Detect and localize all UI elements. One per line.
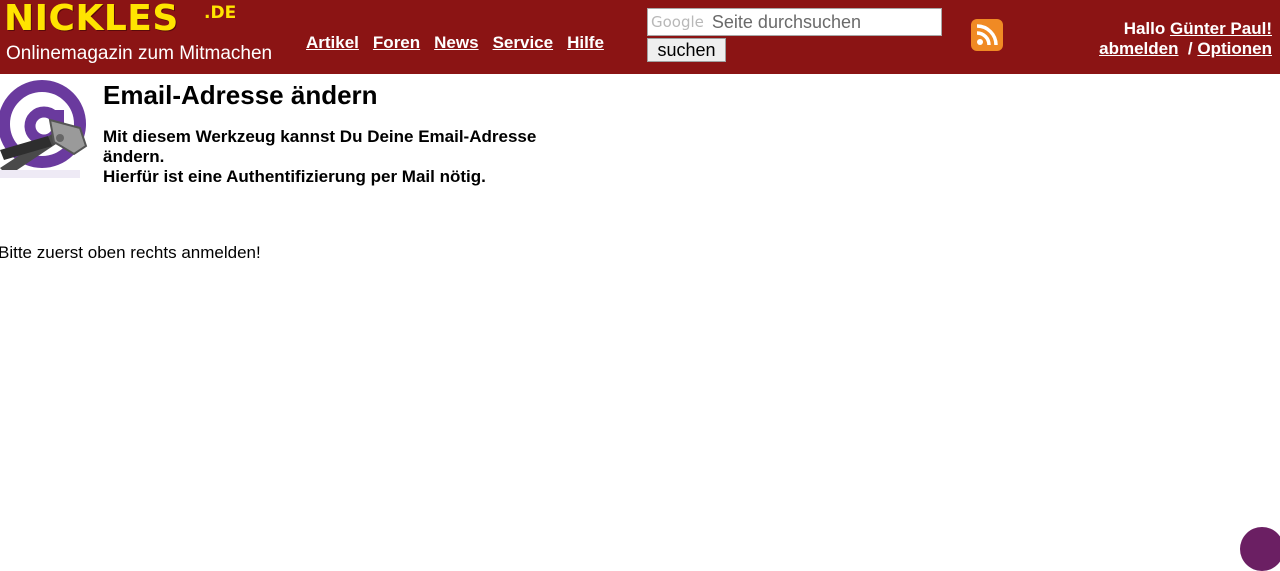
rss-feed-icon[interactable] [971, 19, 1003, 51]
nav-service[interactable]: Service [493, 33, 554, 53]
logout-link[interactable]: abmelden [1099, 39, 1178, 58]
greeting-text: Hallo [1123, 19, 1166, 38]
user-actions-separator: / [1187, 39, 1193, 58]
intro-line-2: Hierfür ist eine Authentifizierung per M… [103, 167, 486, 186]
google-logo: Google [651, 13, 704, 31]
search-button[interactable]: suchen [647, 38, 726, 62]
user-actions: abmelden / Optionen [1099, 39, 1272, 59]
nav-artikel[interactable]: Artikel [306, 33, 359, 53]
logo-domain: .DE [204, 3, 237, 23]
search-placeholder: Seite durchsuchen [711, 11, 862, 32]
at-sign-with-pliers-icon [0, 80, 90, 178]
main-nav: Artikel Foren News Service Hilfe [306, 33, 604, 53]
page-title: Email-Adresse ändern [103, 80, 378, 110]
intro-text: Mit diesem Werkzeug kannst Du Deine Emai… [103, 127, 563, 187]
nav-news[interactable]: News [434, 33, 478, 53]
options-link[interactable]: Optionen [1197, 39, 1272, 58]
logo-tagline: Onlinemagazin zum Mitmachen [6, 43, 273, 64]
logo-wordmark: NICKLES [4, 0, 179, 39]
nav-hilfe[interactable]: Hilfe [567, 33, 604, 53]
login-required-notice: Bitte zuerst oben rechts anmelden! [0, 243, 261, 262]
user-profile-link[interactable]: Günter Paul! [1170, 19, 1272, 38]
user-greeting: Hallo Günter Paul! [1124, 19, 1272, 39]
search-input[interactable]: Google Seite durchsuchen [647, 8, 942, 36]
intro-line-1: Mit diesem Werkzeug kannst Du Deine Emai… [103, 127, 537, 166]
nav-foren[interactable]: Foren [373, 33, 420, 53]
site-header: NICKLES .DE Onlinemagazin zum Mitmachen … [0, 0, 1280, 74]
